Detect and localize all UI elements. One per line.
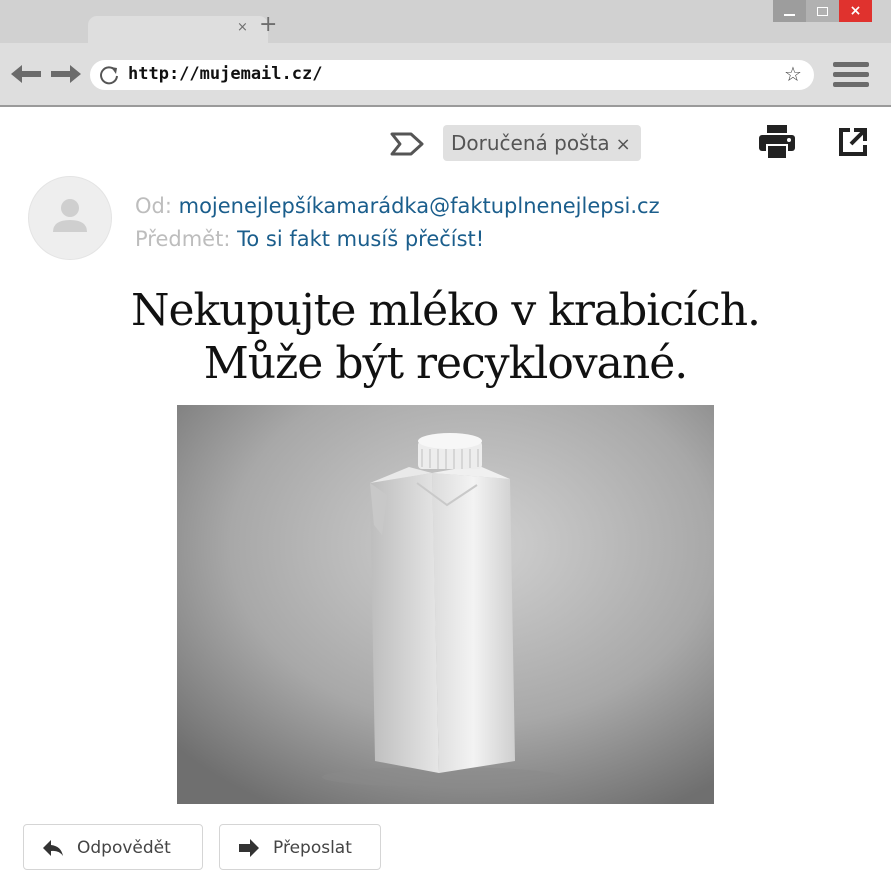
reply-label: Odpovědět xyxy=(77,838,171,858)
tab-strip: × + × xyxy=(0,0,891,43)
maximize-button[interactable] xyxy=(806,0,839,22)
print-icon[interactable] xyxy=(758,124,796,160)
subject-line: Předmět: To si fakt musíš přečíst! xyxy=(135,225,484,253)
milk-carton-photo xyxy=(177,405,714,804)
avatar-person-icon xyxy=(53,199,87,232)
email-headline: Nekupujte mléko v krabicích. Může být re… xyxy=(0,284,891,390)
open-in-new-icon[interactable] xyxy=(837,126,869,158)
url-text[interactable]: http://mujemail.cz/ xyxy=(128,62,322,86)
inbox-label-chip[interactable]: Doručená pošta × xyxy=(443,125,641,161)
forward-arrow-icon[interactable] xyxy=(48,62,84,86)
forward-button[interactable]: Přeposlat xyxy=(219,824,381,870)
avatar xyxy=(28,176,112,260)
reload-icon[interactable] xyxy=(98,64,120,86)
headline-line-2: Může být recyklované. xyxy=(203,338,689,389)
inbox-label-text: Doručená pošta xyxy=(451,131,610,155)
remove-label-icon[interactable]: × xyxy=(616,134,631,155)
label-icon xyxy=(390,132,424,156)
reply-icon xyxy=(43,840,63,856)
back-arrow-icon[interactable] xyxy=(8,62,44,86)
star-icon[interactable]: ☆ xyxy=(784,63,802,85)
reply-button[interactable]: Odpovědět xyxy=(23,824,203,870)
headline-line-1: Nekupujte mléko v krabicích. xyxy=(130,285,761,336)
forward-label: Přeposlat xyxy=(273,838,352,858)
new-tab-icon[interactable]: + xyxy=(259,14,277,36)
from-label: Od: xyxy=(135,194,172,218)
subject-label: Předmět: xyxy=(135,227,231,251)
forward-icon xyxy=(239,839,259,857)
sender-address[interactable]: mojenejlepšíkamarádka@faktuplnenejlepsi.… xyxy=(179,194,660,218)
minimize-button[interactable] xyxy=(773,0,806,22)
tab-close-icon[interactable]: × xyxy=(237,20,248,35)
hamburger-menu-icon[interactable] xyxy=(833,62,869,88)
window-close-button[interactable]: × xyxy=(839,0,872,22)
subject-value: To si fakt musíš přečíst! xyxy=(237,227,485,251)
from-line: Od: mojenejlepšíkamarádka@faktuplnenejle… xyxy=(135,192,660,220)
